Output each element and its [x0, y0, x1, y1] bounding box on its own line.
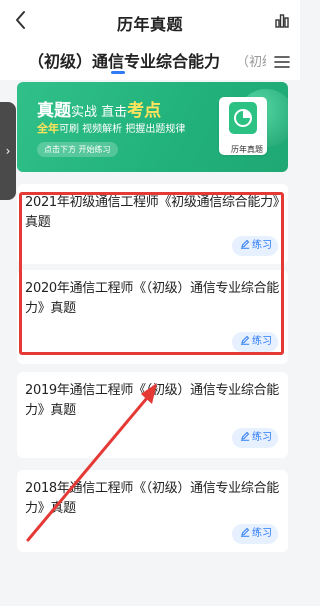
practice-button[interactable]: 练习 — [232, 332, 278, 352]
paper-card[interactable]: 2021年初级通信工程师《初级通信综合能力》真题 练习 — [17, 184, 288, 264]
banner-sub-a: 全年 — [37, 122, 59, 135]
pencil-icon — [240, 333, 250, 345]
banner-cta-button[interactable]: 点击下方 开始练习 — [37, 142, 118, 157]
banner-subline: 全年可刷 视频解析 把握出题规律 — [37, 120, 185, 136]
practice-label: 练习 — [252, 240, 272, 251]
practice-label: 练习 — [252, 528, 272, 539]
paper-card[interactable]: 2020年通信工程师《（初级）通信专业综合能力》真题 练习 — [17, 270, 288, 364]
practice-label: 练习 — [252, 432, 272, 443]
paper-title: 2020年通信工程师《（初级）通信专业综合能力》真题 — [25, 281, 279, 316]
pencil-icon — [240, 429, 250, 441]
paper-title: 2019年通信工程师《（初级）通信专业综合能力》真题 — [25, 383, 279, 418]
pencil-icon — [240, 525, 250, 537]
statistics-icon[interactable] — [274, 13, 290, 29]
paper-card[interactable]: 2019年通信工程师《（初级）通信专业综合能力》真题 练习 — [17, 372, 288, 458]
banner-sub-b: 可刷 视频解析 把握出题规律 — [59, 124, 186, 135]
tab-next-subject[interactable]: （初级 — [236, 51, 266, 70]
banner-headline: 真题实战 直击考点 — [37, 96, 161, 121]
practice-button[interactable]: 练习 — [232, 236, 278, 256]
side-drawer-handle[interactable]: › — [0, 102, 16, 200]
paper-card[interactable]: 2018年通信工程师《（初级）通信专业综合能力》真题 练习 — [17, 470, 288, 552]
practice-button[interactable]: 练习 — [232, 428, 278, 448]
menu-icon[interactable] — [274, 54, 290, 68]
tab-primary-comprehensive[interactable]: （初级）通信专业综合能力 — [28, 48, 220, 72]
pie-chart-icon — [221, 98, 265, 142]
practice-label: 练习 — [252, 336, 272, 347]
subject-tab-bar: （初级）通信专业综合能力 （初级 — [0, 42, 300, 80]
paper-title: 2018年通信工程师《（初级）通信专业综合能力》真题 — [25, 481, 279, 516]
top-bar: 历年真题 — [0, 0, 300, 42]
banner-book-label: 历年真题 — [231, 145, 263, 154]
banner-head-a: 真题 — [37, 101, 71, 121]
paper-title: 2021年初级通信工程师《初级通信综合能力》真题 — [25, 195, 279, 230]
chevron-right-icon: › — [5, 144, 11, 158]
banner-head-c: 考点 — [127, 101, 162, 121]
banner-head-b: 实战 直击 — [71, 105, 128, 120]
pencil-icon — [240, 237, 250, 249]
active-tab-indicator — [111, 71, 125, 74]
practice-button[interactable]: 练习 — [232, 524, 278, 544]
page-title: 历年真题 — [116, 15, 183, 34]
